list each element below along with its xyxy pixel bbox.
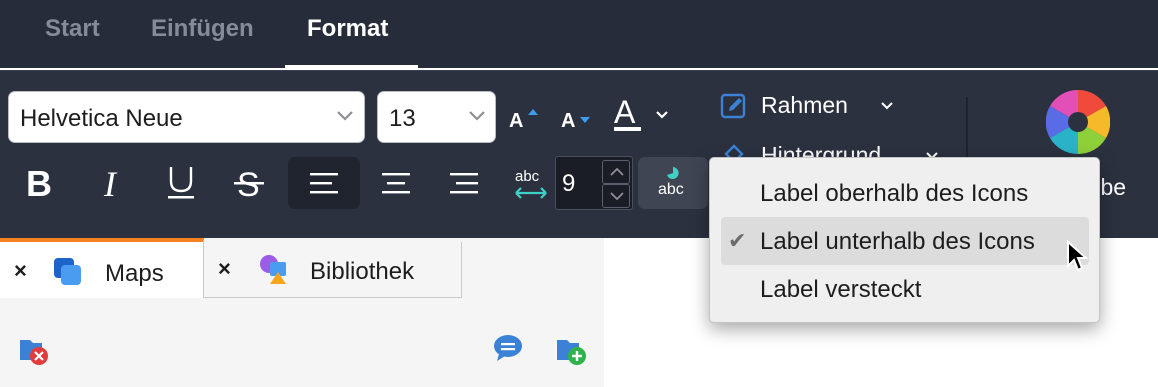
tab-start[interactable]: Start (45, 15, 100, 43)
chevron-down-icon (469, 111, 485, 121)
delete-map-icon[interactable] (18, 334, 50, 366)
menu-item-label: Label versteckt (760, 276, 922, 303)
strikethrough-icon[interactable]: S (232, 163, 272, 203)
bold-icon[interactable]: B (22, 163, 62, 203)
color-wheel-icon (1046, 90, 1110, 154)
svg-text:A: A (614, 95, 636, 130)
stepper-down-button[interactable] (602, 184, 630, 208)
chevron-down-icon (881, 102, 893, 110)
stepper-up-button[interactable] (602, 160, 630, 184)
svg-text:A: A (561, 110, 575, 132)
menu-item-label-hidden[interactable]: Label versteckt (721, 265, 1089, 313)
menu-item-label: Label unterhalb des Icons (760, 228, 1035, 255)
library-icon (260, 255, 286, 284)
main-tab-bar: Start Einfügen Format (0, 0, 1158, 70)
spacing-stepper[interactable]: 9 (555, 156, 633, 210)
spacing-value: 9 (562, 170, 576, 197)
map-sidebar: × Maps × Bibliothek (0, 238, 604, 387)
border-pencil-icon (720, 93, 746, 119)
label-position-icon (667, 167, 679, 179)
horizontal-arrows-icon (515, 187, 547, 199)
doc-tab-bibliothek[interactable]: × Bibliothek (204, 242, 462, 298)
align-right-button[interactable] (428, 157, 500, 209)
font-size-increase-icon[interactable]: A (509, 101, 541, 133)
align-right-icon (450, 173, 478, 194)
font-color-icon[interactable]: A (612, 95, 674, 135)
maps-icon (54, 258, 81, 285)
label-position-button[interactable]: abc (638, 157, 708, 209)
tab-format[interactable]: Format (307, 15, 388, 43)
chevron-down-icon (337, 111, 353, 121)
doc-tab-label: Maps (105, 260, 164, 287)
chevron-down-icon (610, 192, 624, 201)
spacing-icon: abc (513, 168, 551, 204)
rahmen-button[interactable]: Rahmen (720, 89, 900, 125)
italic-icon[interactable]: I (97, 163, 137, 203)
font-size-decrease-icon[interactable]: A (561, 101, 593, 133)
font-family-value: Helvetica Neue (20, 105, 183, 132)
doc-tab-label: Bibliothek (310, 258, 415, 285)
tab-einfuegen[interactable]: Einfügen (151, 15, 254, 43)
align-center-icon (382, 173, 410, 194)
align-left-icon (310, 173, 338, 194)
comment-icon[interactable] (492, 334, 524, 362)
menu-item-label-above[interactable]: Label oberhalb des Icons (721, 169, 1089, 217)
svg-text:A: A (509, 110, 523, 132)
mouse-cursor-icon (1067, 240, 1089, 272)
chevron-up-icon (610, 167, 624, 176)
doc-tab-maps[interactable]: × Maps (0, 238, 204, 298)
align-center-button[interactable] (361, 157, 433, 209)
svg-text:B: B (26, 163, 52, 203)
rahmen-label: Rahmen (761, 92, 848, 118)
spacing-icon-text: abc (515, 168, 540, 185)
close-tab-icon[interactable]: × (14, 258, 27, 284)
checkmark-icon: ✔ (728, 228, 747, 253)
menu-item-label-below[interactable]: ✔ Label unterhalb des Icons (721, 217, 1089, 265)
new-map-icon[interactable] (555, 334, 589, 366)
font-size-value: 13 (389, 105, 416, 132)
menu-item-label: Label oberhalb des Icons (760, 180, 1029, 207)
close-tab-icon[interactable]: × (218, 256, 231, 282)
underline-icon[interactable] (163, 163, 203, 203)
font-size-select[interactable]: 13 (377, 91, 496, 143)
font-family-select[interactable]: Helvetica Neue (8, 91, 365, 143)
label-position-text: abc (658, 181, 684, 198)
svg-text:I: I (103, 164, 118, 203)
align-left-button[interactable] (288, 157, 360, 209)
label-position-menu: Label oberhalb des Icons ✔ Label unterha… (709, 157, 1100, 323)
